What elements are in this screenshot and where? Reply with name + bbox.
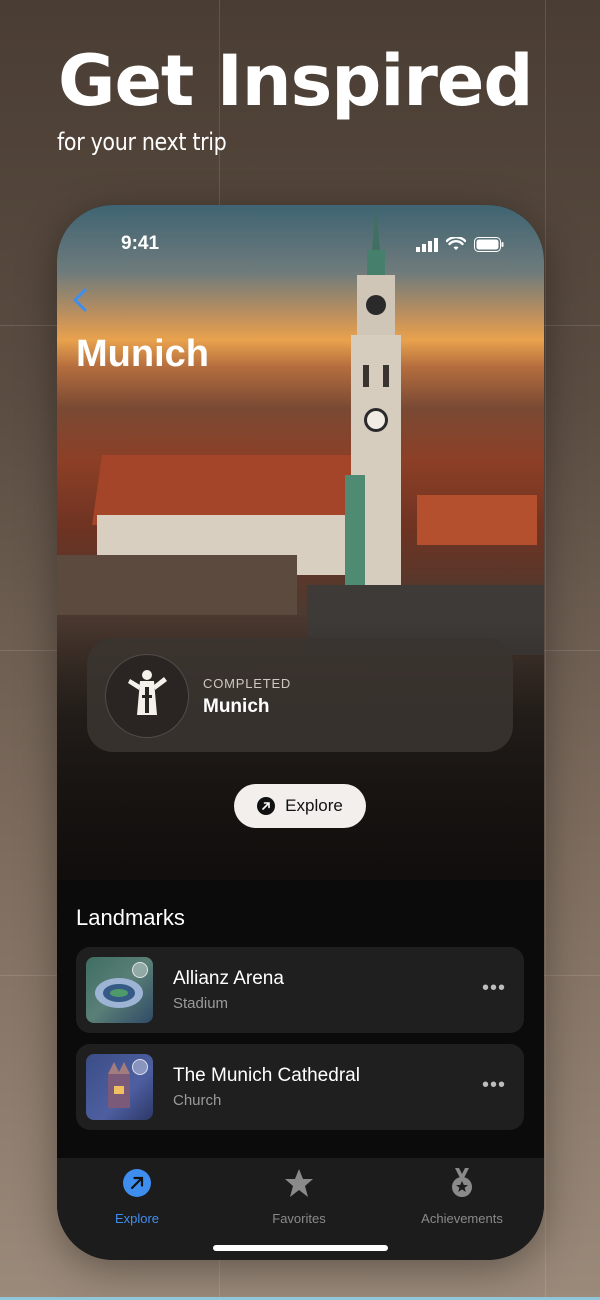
tab-label: Favorites [272,1211,326,1226]
explore-arrow-icon [123,1169,151,1197]
landmark-type: Church [173,1092,222,1109]
chevron-left-icon [73,288,87,312]
card-city-name: Munich [203,696,270,717]
munich-monk-icon [128,670,167,715]
roof-shape [417,495,537,545]
landmark-thumbnail [86,957,153,1023]
landmark-row[interactable]: The Munich Cathedral Church ••• [76,1044,524,1130]
status-bar: 9:41 [57,231,544,261]
status-icons [416,237,504,252]
medal-icon [452,1168,472,1197]
landmark-type: Stadium [173,995,229,1012]
explore-button-label: Explore [285,796,343,815]
city-crest-badge [105,654,189,738]
more-options-icon[interactable]: ••• [482,1074,506,1097]
card-status-label: COMPLETED [203,676,292,691]
city-hero-photo [57,205,544,880]
checkmark-icon [132,962,148,978]
checkmark-icon [132,1059,148,1075]
arrow-up-right-icon [257,797,276,815]
tab-explore[interactable]: Explore [67,1168,207,1226]
church-tower-illustration [345,205,401,585]
tab-achievements[interactable]: Achievements [392,1168,532,1226]
back-button[interactable] [67,285,97,315]
phone-screen: 9:41 Munich COMPLETED Munich Explore Lan… [57,205,544,1260]
landmark-thumbnail [86,1054,153,1120]
explore-button[interactable]: Explore [234,784,366,828]
star-icon [285,1169,313,1197]
promo-headline: Get Inspired [58,40,534,122]
city-title: Munich [76,333,209,375]
signal-icon [416,237,438,252]
wifi-icon [446,237,466,250]
home-indicator[interactable] [213,1245,388,1251]
more-options-icon[interactable]: ••• [482,977,506,1000]
landmark-row[interactable]: Allianz Arena Stadium ••• [76,947,524,1033]
status-time: 9:41 [121,233,160,254]
promo-subheadline: for your next trip [57,128,227,156]
battery-icon [474,237,504,252]
landmark-name: The Munich Cathedral [173,1065,360,1086]
roof-shape [57,555,297,615]
tab-label: Achievements [421,1211,503,1226]
tab-label: Explore [114,1211,160,1226]
tab-favorites[interactable]: Favorites [229,1168,369,1226]
landmark-name: Allianz Arena [173,968,284,989]
landmarks-section-title: Landmarks [76,905,185,930]
completed-card[interactable]: COMPLETED Munich [87,638,513,752]
